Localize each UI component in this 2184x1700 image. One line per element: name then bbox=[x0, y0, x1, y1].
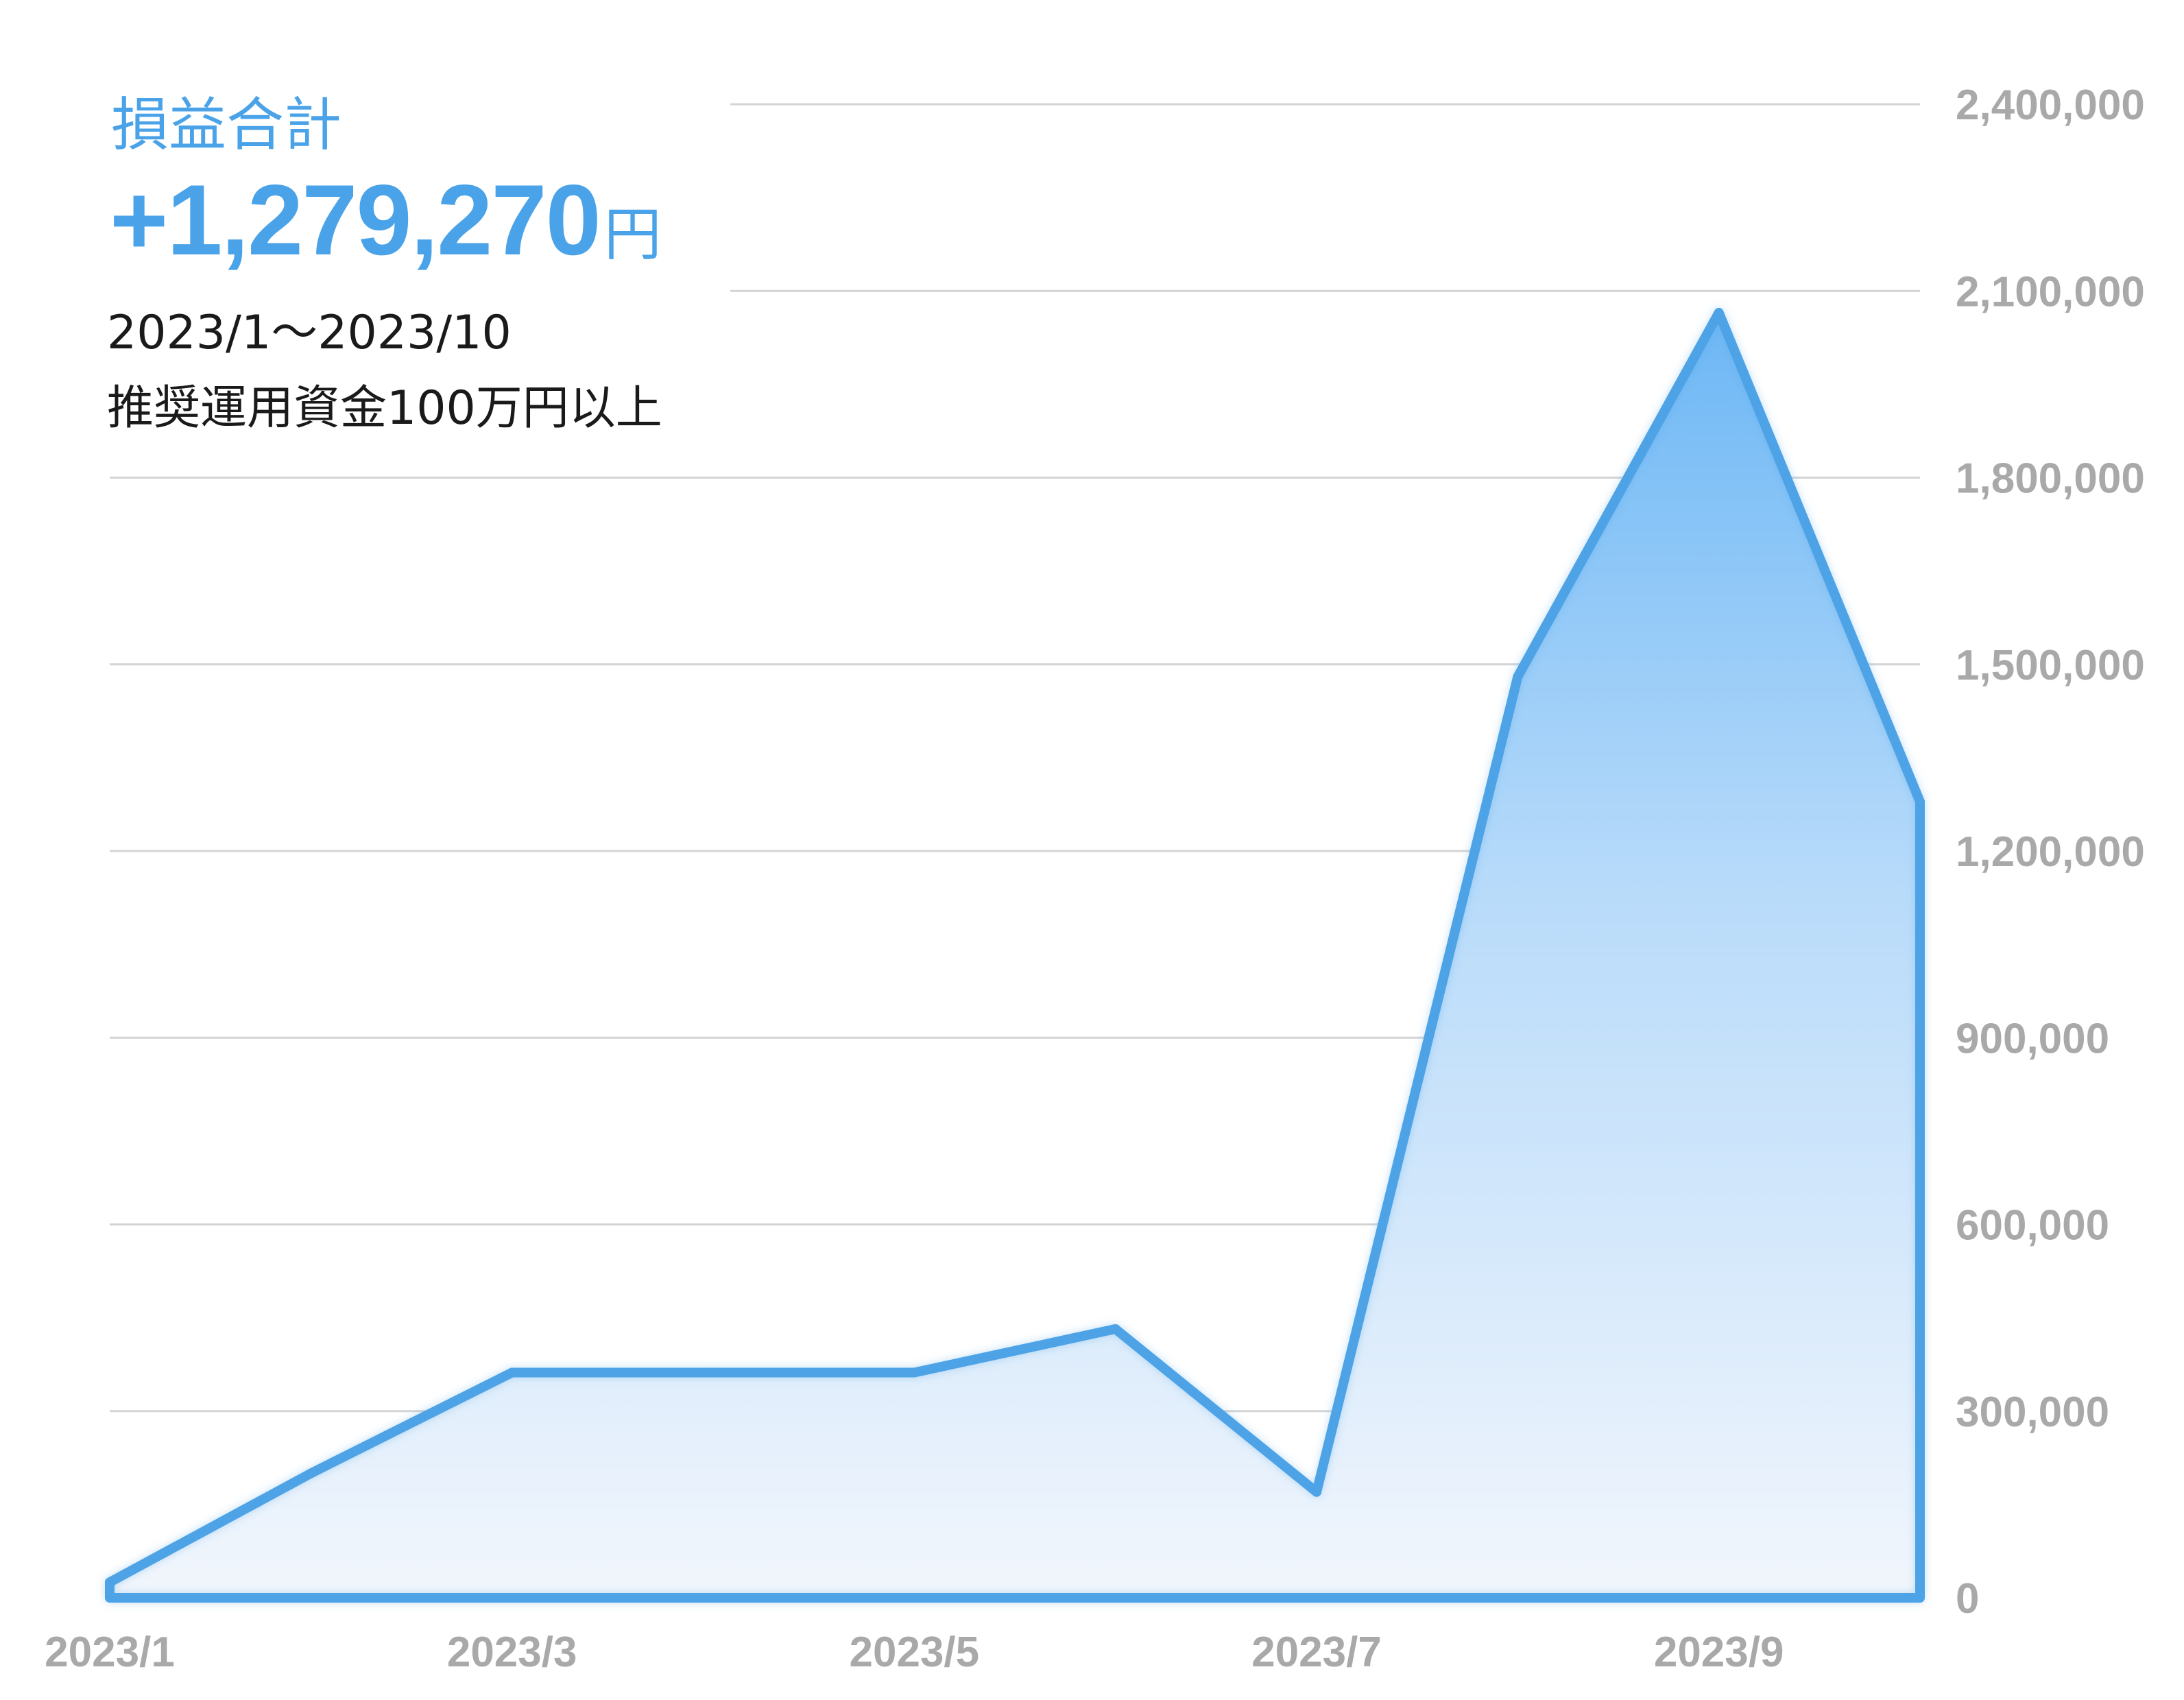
data-point bbox=[507, 1367, 517, 1378]
chart-canvas: 0 300,000 600,000 900,000 1,200,000 1,500,000… bbox=[45, 82, 2145, 1676]
y-tick-label: 2,400,000 bbox=[1956, 82, 2145, 129]
x-axis-ticks: 2023/1 2023/3 2023/5 2023/7 2023/9 bbox=[45, 1629, 1784, 1676]
y-tick-label: 900,000 bbox=[1956, 1015, 2109, 1062]
data-point bbox=[708, 1367, 718, 1378]
y-tick-label: 600,000 bbox=[1956, 1202, 2109, 1249]
series-area bbox=[110, 313, 1920, 1599]
data-point bbox=[1312, 1487, 1321, 1497]
x-tick-label: 2023/1 bbox=[45, 1629, 175, 1676]
series-area-fill bbox=[110, 313, 1920, 1599]
data-point bbox=[909, 1367, 920, 1378]
y-tick-label: 1,500,000 bbox=[1956, 642, 2145, 689]
y-tick-label: 2,100,000 bbox=[1956, 268, 2145, 315]
data-point bbox=[1110, 1324, 1120, 1334]
x-tick-label: 2023/7 bbox=[1251, 1629, 1382, 1676]
data-point bbox=[306, 1468, 316, 1478]
y-tick-label: 300,000 bbox=[1956, 1389, 2109, 1436]
y-axis-ticks: 0 300,000 600,000 900,000 1,200,000 1,500,000… bbox=[1956, 82, 2145, 1623]
data-point bbox=[1915, 797, 1925, 807]
x-tick-label: 2023/3 bbox=[447, 1629, 577, 1676]
data-point bbox=[105, 1577, 115, 1588]
x-tick-label: 2023/5 bbox=[850, 1629, 980, 1676]
data-point bbox=[1714, 308, 1724, 318]
y-tick-label: 0 bbox=[1956, 1575, 1979, 1623]
y-tick-label: 1,800,000 bbox=[1956, 455, 2145, 503]
pnl-area-chart: 0 300,000 600,000 900,000 1,200,000 1,500,000… bbox=[0, 0, 2184, 1700]
y-tick-label: 1,200,000 bbox=[1956, 828, 2145, 876]
x-tick-label: 2023/9 bbox=[1654, 1629, 1784, 1676]
data-point bbox=[1513, 671, 1523, 682]
